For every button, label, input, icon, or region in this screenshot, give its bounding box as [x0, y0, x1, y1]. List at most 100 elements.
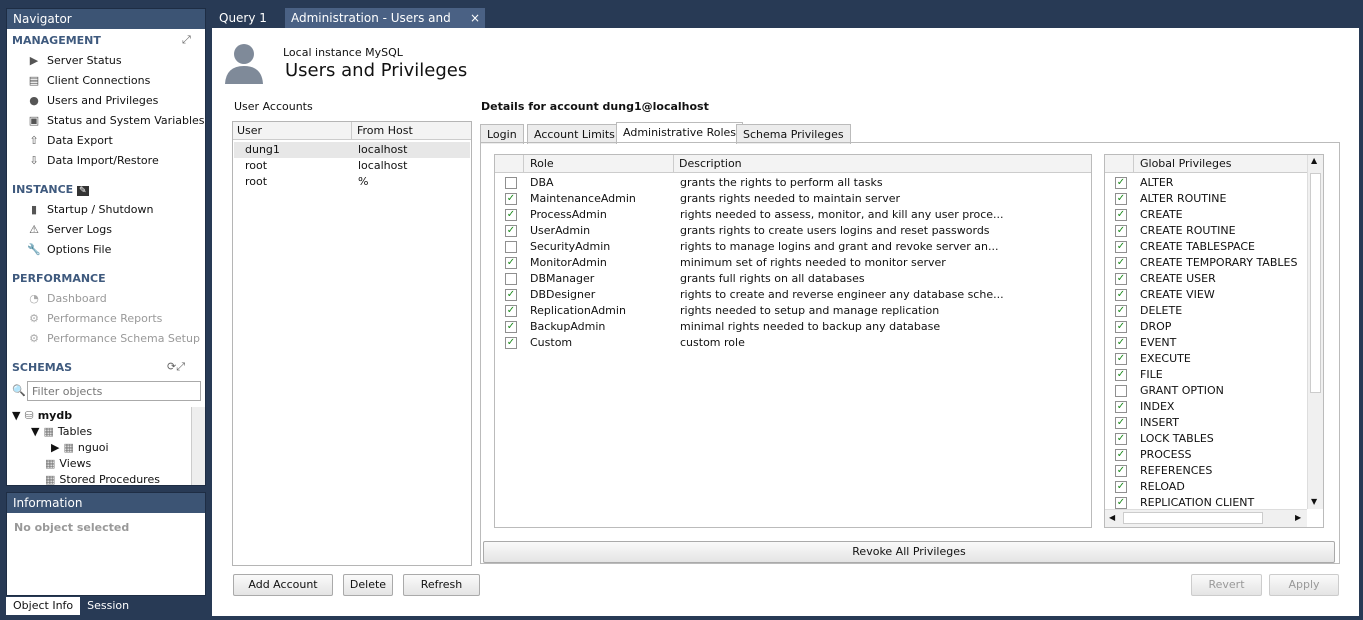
revert-button[interactable]: Revert [1191, 574, 1262, 596]
refresh-button[interactable]: Refresh [403, 574, 480, 596]
instance-header: INSTANCE ✎ [12, 183, 89, 196]
privilege-checkbox[interactable]: ✓ [1115, 289, 1127, 301]
privilege-name: DROP [1140, 320, 1172, 333]
privilege-checkbox[interactable]: ✓ [1115, 369, 1127, 381]
tab-query1[interactable]: Query 1 [213, 8, 281, 28]
privilege-checkbox[interactable]: ✓ [1115, 321, 1127, 333]
scroll-thumb[interactable] [1310, 173, 1321, 393]
role-description: custom role [680, 336, 745, 349]
tab-administrative-roles[interactable]: Administrative Roles [616, 122, 743, 144]
privilege-checkbox[interactable]: ✓ [1115, 401, 1127, 413]
tree-scrollbar[interactable] [191, 407, 205, 485]
nav-status-variables[interactable]: ▣ Status and System Variables [27, 112, 205, 130]
refresh-schemas-icon[interactable]: ⟳⤢ [167, 360, 185, 374]
role-checkbox[interactable]: ✓ [505, 257, 517, 269]
tree-procedures[interactable]: ▦ Stored Procedures [45, 471, 160, 487]
col-description[interactable]: Description [673, 155, 973, 173]
account-user: root [245, 175, 268, 188]
tree-db-mydb[interactable]: ▼ ⛁ mydb [12, 407, 72, 423]
tree-table-nguoi[interactable]: ▶ ▦ nguoi [51, 439, 109, 455]
col-role[interactable]: Role [523, 155, 673, 173]
nav-startup-shutdown[interactable]: ▮ Startup / Shutdown [27, 201, 153, 219]
privilege-checkbox[interactable]: ✓ [1115, 497, 1127, 509]
privilege-checkbox[interactable]: ✓ [1115, 417, 1127, 429]
nav-performance-schema-setup[interactable]: ⚙ Performance Schema Setup [27, 330, 200, 348]
role-name: MaintenanceAdmin [530, 192, 636, 205]
expand-icon[interactable]: ⤢ [182, 33, 191, 47]
privilege-checkbox[interactable]: ✓ [1115, 481, 1127, 493]
privilege-checkbox[interactable]: ✓ [1115, 225, 1127, 237]
privileges-vscrollbar[interactable]: ▲ ▼ [1307, 155, 1323, 509]
role-checkbox[interactable]: ✓ [505, 225, 517, 237]
col-global-privileges[interactable]: Global Privileges [1133, 155, 1307, 173]
tab-administration[interactable]: Administration - Users and Privil...× [285, 8, 485, 45]
schema-filter-input[interactable] [27, 381, 201, 401]
nav-users-privileges[interactable]: ● Users and Privileges [27, 92, 158, 110]
tree-views[interactable]: ▦ Views [45, 455, 91, 471]
role-checkbox[interactable]: ✓ [505, 305, 517, 317]
privileges-hscrollbar[interactable]: ◀ ▶ [1105, 509, 1307, 527]
account-row[interactable]: root% [234, 174, 470, 190]
tab-session[interactable]: Session [80, 597, 136, 615]
tab-object-info[interactable]: Object Info [6, 597, 81, 615]
revoke-all-privileges-button[interactable]: Revoke All Privileges [483, 541, 1335, 563]
privilege-checkbox[interactable] [1115, 385, 1127, 397]
role-checkbox[interactable]: ✓ [505, 321, 517, 333]
tree-tables[interactable]: ▼ ▦ Tables [31, 423, 92, 439]
scroll-down-icon[interactable]: ▼ [1311, 497, 1317, 506]
scroll-left-icon[interactable]: ◀ [1109, 513, 1115, 522]
tab-schema-privileges[interactable]: Schema Privileges [736, 124, 851, 144]
role-description: grants rights needed to maintain server [680, 192, 900, 205]
privilege-checkbox[interactable]: ✓ [1115, 177, 1127, 189]
role-checkbox[interactable]: ✓ [505, 337, 517, 349]
col-user[interactable]: User [237, 122, 262, 140]
privilege-checkbox[interactable]: ✓ [1115, 273, 1127, 285]
expanded-arrow-icon[interactable]: ▼ [31, 425, 39, 438]
scroll-up-icon[interactable]: ▲ [1311, 156, 1317, 165]
role-checkbox[interactable]: ✓ [505, 289, 517, 301]
privilege-name: ALTER ROUTINE [1140, 192, 1227, 205]
privilege-checkbox[interactable]: ✓ [1115, 449, 1127, 461]
privilege-name: DELETE [1140, 304, 1183, 317]
page-title: Users and Privileges [285, 60, 468, 81]
account-row[interactable]: root localhost [234, 158, 470, 174]
close-icon[interactable]: × [470, 8, 480, 28]
nav-options-file[interactable]: 🔧 Options File [27, 241, 111, 259]
privilege-checkbox[interactable]: ✓ [1115, 209, 1127, 221]
nav-server-logs[interactable]: ⚠ Server Logs [27, 221, 112, 239]
scroll-right-icon[interactable]: ▶ [1295, 513, 1301, 522]
role-checkbox[interactable]: ✓ [505, 209, 517, 221]
hscroll-thumb[interactable] [1123, 512, 1263, 524]
privilege-checkbox[interactable]: ✓ [1115, 433, 1127, 445]
nav-dashboard[interactable]: ◔ Dashboard [27, 290, 107, 308]
collapsed-arrow-icon[interactable]: ▶ [51, 441, 59, 454]
role-name: ReplicationAdmin [530, 304, 626, 317]
add-account-button[interactable]: Add Account [233, 574, 333, 596]
tree-label: Tables [57, 424, 93, 438]
nav-server-status[interactable]: ▶ Server Status [27, 52, 122, 70]
privilege-checkbox[interactable]: ✓ [1115, 353, 1127, 365]
nav-performance-reports[interactable]: ⚙ Performance Reports [27, 310, 162, 328]
privilege-checkbox[interactable]: ✓ [1115, 193, 1127, 205]
privilege-checkbox[interactable]: ✓ [1115, 305, 1127, 317]
delete-button[interactable]: Delete [343, 574, 393, 596]
nav-client-connections[interactable]: ▤ Client Connections [27, 72, 151, 90]
tab-account-limits[interactable]: Account Limits [527, 124, 622, 144]
role-description: grants the rights to perform all tasks [680, 176, 883, 189]
role-checkbox[interactable] [505, 273, 517, 285]
nav-data-export[interactable]: ⇧ Data Export [27, 132, 112, 150]
expanded-arrow-icon[interactable]: ▼ [12, 409, 20, 422]
nav-data-import[interactable]: ⇩ Data Import/Restore [27, 152, 158, 170]
privilege-checkbox[interactable]: ✓ [1115, 337, 1127, 349]
management-header: MANAGEMENT [12, 34, 101, 47]
role-checkbox[interactable] [505, 177, 517, 189]
privilege-checkbox[interactable]: ✓ [1115, 241, 1127, 253]
role-checkbox[interactable] [505, 241, 517, 253]
privilege-checkbox[interactable]: ✓ [1115, 257, 1127, 269]
account-row[interactable]: dung1 localhost [234, 142, 470, 158]
privilege-checkbox[interactable]: ✓ [1115, 465, 1127, 477]
col-host[interactable]: From Host [351, 122, 469, 140]
role-checkbox[interactable]: ✓ [505, 193, 517, 205]
tab-login[interactable]: Login [480, 124, 524, 144]
apply-button[interactable]: Apply [1269, 574, 1339, 596]
